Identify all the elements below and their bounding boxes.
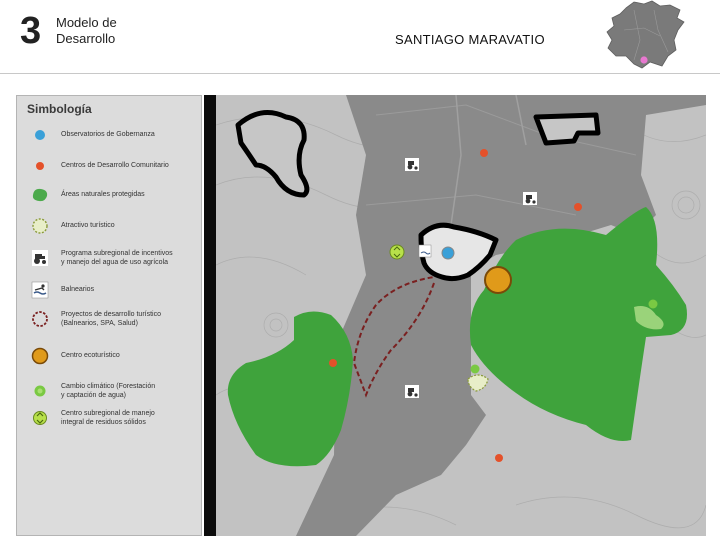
state-locator-map (606, 0, 685, 69)
municipality-title: SANTIAGO MARAVATIO (395, 32, 545, 47)
legend-label: Cambio climático (Forestación y captació… (61, 382, 201, 400)
dashed-ring-icon (32, 311, 48, 327)
red-dot-icon (36, 162, 44, 170)
legend-label: Observatorios de Gobernanza (61, 131, 155, 138)
recycle-icon (33, 411, 47, 425)
legend-label-line1: Centro subregional de manejo (61, 410, 155, 417)
legend-label-line2: (Balnearios, SPA, Salud) (61, 320, 138, 327)
urban-area-santiago-maravatio (418, 222, 499, 282)
legend-label-line2: y captación de agua) (61, 392, 126, 399)
locality-north-west (235, 110, 310, 198)
tractor-icon (32, 250, 48, 266)
section-title-line1: Modelo de (56, 15, 117, 30)
legend-panel: Simbología Observatorios de Gobernanza C… (16, 95, 202, 536)
sprout-icon (34, 385, 46, 397)
legend-label: Balnearios (61, 286, 95, 293)
legend-label-line1: Cambio climático (Forestación (61, 383, 156, 390)
legend-label-line2: y manejo del agua de uso agrícola (61, 259, 169, 266)
section-title: Modelo de Desarrollo (56, 15, 117, 47)
legend-label: Centro ecoturístico (61, 352, 120, 359)
swimmer-icon (31, 281, 49, 299)
section-title-line2: Desarrollo (56, 31, 116, 46)
green-area-icon (32, 188, 48, 202)
blue-dot-icon (35, 130, 45, 140)
location-marker-icon (640, 56, 648, 64)
legend-label: Proyectos de desarrollo turístico (Balne… (61, 310, 201, 328)
observatorio-marker (441, 246, 455, 260)
map-canvas (216, 95, 706, 536)
legend-label-line1: Programa subregional de incentivos (61, 250, 173, 257)
legend-title: Simbología (27, 102, 92, 116)
orange-circle-icon (31, 347, 49, 365)
legend-label: Atractivo turístico (61, 222, 115, 229)
balneario-marker (418, 244, 432, 258)
legend-label: Áreas naturales protegidas (61, 191, 145, 198)
section-number: 3 (20, 10, 42, 52)
legend-label: Programa subregional de incentivos y man… (61, 249, 201, 267)
protected-area-west (227, 311, 353, 467)
community-center-marker (480, 149, 488, 157)
community-center-marker (495, 454, 503, 462)
sprout-icon (470, 364, 480, 374)
centro-ecoturistico-marker (484, 266, 512, 294)
panel-divider (204, 95, 216, 536)
tractor-icon (405, 385, 419, 398)
dashed-circle-icon (32, 218, 48, 234)
legend-label-line2: integral de residuos sólidos (61, 419, 146, 426)
tractor-icon (523, 192, 537, 205)
legend-label: Centros de Desarrollo Comunitario (61, 162, 169, 169)
community-center-marker (329, 359, 337, 367)
sprout-icon (648, 299, 658, 309)
header-rule (0, 73, 720, 74)
community-center-marker (574, 203, 582, 211)
legend-label-line1: Proyectos de desarrollo turístico (61, 311, 161, 318)
residuos-center-marker (389, 244, 405, 260)
legend-label: Centro subregional de manejo integral de… (61, 409, 201, 427)
tractor-icon (405, 158, 419, 171)
